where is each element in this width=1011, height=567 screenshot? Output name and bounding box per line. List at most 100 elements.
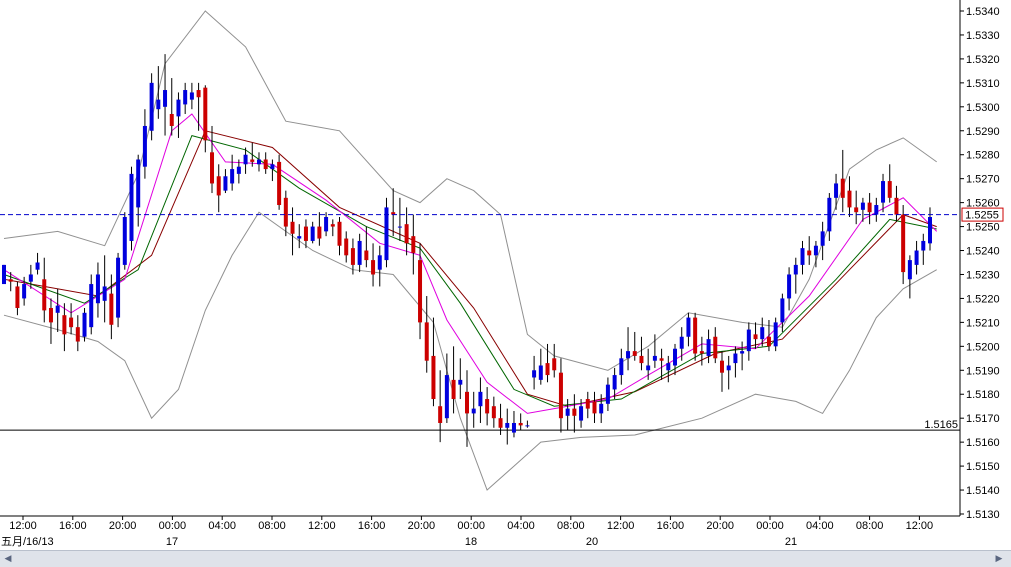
candle-body-down xyxy=(632,351,637,356)
support-level-label: 1.5165 xyxy=(924,419,958,431)
candle-body-down xyxy=(196,90,201,98)
candle-body-down xyxy=(867,202,872,213)
candle-body-down xyxy=(901,214,906,273)
price-tick-label: 1.5150 xyxy=(966,461,1000,473)
candle-body-down xyxy=(404,224,409,244)
time-tick-label: 08:00 xyxy=(856,520,884,532)
candle-body-down xyxy=(699,351,704,354)
candle-body-up xyxy=(612,375,617,390)
price-tick-label: 1.5190 xyxy=(966,365,1000,377)
candle-body-down xyxy=(371,260,376,275)
date-label: 21 xyxy=(785,536,797,548)
candle-body-up xyxy=(538,365,543,380)
candle-body-down xyxy=(250,159,255,162)
candle-body-down xyxy=(847,190,852,208)
candle-body-up xyxy=(324,216,329,232)
scroll-left-icon[interactable]: ◀ xyxy=(2,553,14,565)
candle-body-up xyxy=(914,250,919,265)
time-tick-label: 00:00 xyxy=(457,520,485,532)
candle-body-up xyxy=(787,274,792,299)
candle-body-up xyxy=(478,391,483,407)
candle-body-down xyxy=(210,152,215,184)
candle-body-down xyxy=(766,336,771,347)
candle-body-up xyxy=(860,202,865,210)
price-chart[interactable]: 1.5165 1.5340 1.5330 1.5320 1.5310 1.5300 1.5… xyxy=(0,0,1011,567)
candle-body-up xyxy=(666,363,671,371)
candle-body-down xyxy=(424,322,429,361)
price-tick-label: 1.5220 xyxy=(966,293,1000,305)
candle-body-up xyxy=(820,231,825,246)
price-tick-label: 1.5250 xyxy=(966,222,1000,234)
candle-body-up xyxy=(82,312,87,337)
candle-body-up xyxy=(525,425,530,427)
price-tick-label: 1.5310 xyxy=(966,78,1000,90)
candle-body-down xyxy=(283,197,288,227)
candle-body-down xyxy=(277,161,282,206)
time-tick-label: 00:00 xyxy=(159,520,187,532)
time-tick-label: 16:00 xyxy=(59,520,87,532)
candle-body-up xyxy=(163,90,168,107)
candle-body-down xyxy=(572,408,577,416)
candle-body-up xyxy=(236,166,241,174)
time-tick-label: 20:00 xyxy=(706,520,734,532)
time-tick-label: 08:00 xyxy=(557,520,585,532)
candle-body-up xyxy=(444,375,449,419)
candle xyxy=(773,317,778,352)
time-tick-label: 04:00 xyxy=(806,520,834,532)
candle-body-down xyxy=(713,336,718,359)
candle-body-down xyxy=(344,238,349,256)
candle-body-up xyxy=(95,274,100,304)
price-tick-label: 1.5130 xyxy=(966,509,1000,521)
candle-body-down xyxy=(894,197,899,215)
price-tick-label: 1.5140 xyxy=(966,485,1000,497)
candle-body-down xyxy=(69,317,74,328)
candle-body-down xyxy=(485,399,490,414)
candle-body-up xyxy=(223,176,228,191)
candle-body-down xyxy=(498,418,503,428)
price-tick-label: 1.5230 xyxy=(966,269,1000,281)
candle-body-up xyxy=(511,422,516,433)
candle xyxy=(693,312,698,361)
candle-body-up xyxy=(800,248,805,265)
candle-body-up xyxy=(740,351,745,354)
candle-body-up xyxy=(565,408,570,416)
candle-body-down xyxy=(465,391,469,414)
candle-body-down xyxy=(585,399,590,409)
candle-body-up xyxy=(230,169,235,184)
price-tick-label: 1.5300 xyxy=(966,102,1000,114)
candle xyxy=(149,73,154,141)
candle-body-up xyxy=(921,240,926,251)
candle-body-up xyxy=(297,236,302,239)
candle-body-up xyxy=(907,260,912,280)
price-tick-label: 1.5210 xyxy=(966,317,1000,329)
time-tick-label: 16:00 xyxy=(358,520,386,532)
candle-body-up xyxy=(28,274,33,282)
candle-body-down xyxy=(659,358,664,361)
candle-body-down xyxy=(418,260,423,323)
candle-body-up xyxy=(22,284,27,299)
time-tick-label: 12:00 xyxy=(9,520,37,532)
candle xyxy=(82,308,87,342)
candle-body-up xyxy=(928,216,932,244)
time-tick-label: 12:00 xyxy=(607,520,635,532)
candle-body-up xyxy=(122,216,127,265)
date-label: 20 xyxy=(586,536,598,548)
candle-body-up xyxy=(706,339,711,356)
price-tick-label: 1.5280 xyxy=(966,150,1000,162)
candle-body-down xyxy=(169,113,174,126)
candle-body-down xyxy=(753,334,758,340)
candle-body-up xyxy=(149,82,154,131)
candle-body-up xyxy=(780,298,785,323)
candle-body-up xyxy=(136,159,141,208)
candle-body-up xyxy=(256,159,261,165)
time-tick-label: 12:00 xyxy=(308,520,336,532)
date-label: 五月/16/13 xyxy=(1,536,54,548)
candle-body-up xyxy=(686,317,691,337)
candle-body-up xyxy=(243,154,248,165)
candle-body-down xyxy=(518,422,523,426)
candle-body-up xyxy=(874,205,879,215)
scroll-right-icon[interactable]: ▶ xyxy=(993,553,1005,565)
price-tick-label: 1.5180 xyxy=(966,389,1000,401)
horizontal-scrollbar[interactable]: ◀ ▶ xyxy=(0,550,1011,567)
candle-body-up xyxy=(458,379,463,385)
